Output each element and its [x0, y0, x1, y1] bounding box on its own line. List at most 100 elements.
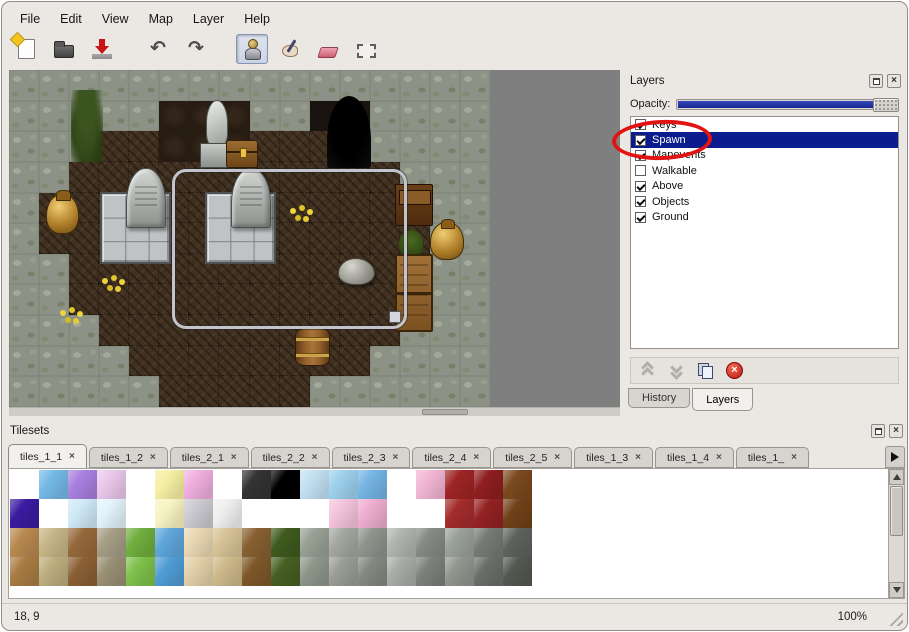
- open-map-button[interactable]: [48, 34, 80, 64]
- tileset-tile[interactable]: [68, 470, 97, 499]
- tileset-tile[interactable]: [155, 470, 184, 499]
- panel-float-button[interactable]: [869, 74, 883, 88]
- tileset-tile[interactable]: [242, 557, 271, 586]
- layer-row-keys[interactable]: Keys: [631, 117, 898, 132]
- tileset-tile[interactable]: [329, 528, 358, 557]
- layer-visibility-checkbox[interactable]: [635, 119, 646, 130]
- scrollbar-handle[interactable]: [890, 486, 903, 536]
- lower-layer-button[interactable]: [668, 362, 686, 380]
- delete-layer-button[interactable]: ×: [726, 362, 744, 380]
- menu-help[interactable]: Help: [240, 10, 274, 28]
- tileset-tile[interactable]: [213, 528, 242, 557]
- layer-row-spawn[interactable]: Spawn: [631, 132, 898, 147]
- panel-close-button[interactable]: ×: [887, 74, 901, 88]
- tileset-tab-tiles_2_3[interactable]: tiles_2_3×: [332, 447, 411, 468]
- tileset-tile[interactable]: [503, 470, 532, 499]
- map-horizontal-scrollbar[interactable]: [9, 407, 620, 416]
- tileset-tile[interactable]: [97, 470, 126, 499]
- tileset-tile[interactable]: [387, 528, 416, 557]
- tileset-tile[interactable]: [97, 528, 126, 557]
- layer-visibility-checkbox[interactable]: [635, 165, 646, 176]
- scroll-down-button[interactable]: [889, 582, 904, 598]
- tileset-tile[interactable]: [97, 557, 126, 586]
- tab-close-icon[interactable]: ×: [554, 453, 560, 463]
- tileset-tile[interactable]: [184, 528, 213, 557]
- stamp-tool-button[interactable]: [236, 34, 268, 64]
- tileset-tile[interactable]: [68, 528, 97, 557]
- tileset-tile[interactable]: [68, 499, 97, 528]
- tileset-tile[interactable]: [213, 557, 242, 586]
- tileset-tile[interactable]: [474, 557, 503, 586]
- tileset-tile[interactable]: [416, 470, 445, 499]
- tileset-tile[interactable]: [329, 499, 358, 528]
- new-map-button[interactable]: [10, 34, 42, 64]
- tileset-tile[interactable]: [213, 499, 242, 528]
- select-tool-button[interactable]: [350, 34, 382, 64]
- tileset-tile[interactable]: [329, 557, 358, 586]
- tileset-tile[interactable]: [387, 470, 416, 499]
- tileset-tile[interactable]: [271, 528, 300, 557]
- tab-close-icon[interactable]: ×: [791, 453, 797, 463]
- layer-row-objects[interactable]: Objects: [631, 194, 898, 209]
- tileset-tile[interactable]: [503, 557, 532, 586]
- tileset-tab-tiles_2_1[interactable]: tiles_2_1×: [170, 447, 249, 468]
- tab-close-icon[interactable]: ×: [473, 453, 479, 463]
- tab-scroll-right-button[interactable]: [885, 446, 905, 468]
- redo-button[interactable]: ↷: [180, 34, 212, 64]
- layer-visibility-checkbox[interactable]: [635, 196, 646, 207]
- layer-visibility-checkbox[interactable]: [635, 212, 646, 223]
- tileset-tile[interactable]: [155, 528, 184, 557]
- tileset-tile[interactable]: [300, 557, 329, 586]
- tileset-tile[interactable]: [39, 499, 68, 528]
- tileset-tab-tiles_2_4[interactable]: tiles_2_4×: [412, 447, 491, 468]
- tileset-tile[interactable]: [126, 499, 155, 528]
- tileset-tile[interactable]: [242, 470, 271, 499]
- scroll-up-button[interactable]: [889, 469, 904, 485]
- tileset-tile[interactable]: [445, 557, 474, 586]
- tab-close-icon[interactable]: ×: [635, 453, 641, 463]
- duplicate-layer-button[interactable]: [697, 362, 715, 380]
- tileset-tile[interactable]: [213, 470, 242, 499]
- tileset-tile[interactable]: [155, 557, 184, 586]
- tab-close-icon[interactable]: ×: [312, 453, 318, 463]
- tileset-view[interactable]: [8, 468, 905, 599]
- tileset-tab-tiles_1_1[interactable]: tiles_1_1×: [8, 444, 87, 468]
- tileset-tile[interactable]: [155, 499, 184, 528]
- panel-float-button[interactable]: [871, 424, 885, 438]
- tab-close-icon[interactable]: ×: [393, 453, 399, 463]
- tileset-tab-tiles_2_5[interactable]: tiles_2_5×: [493, 447, 572, 468]
- layer-visibility-checkbox[interactable]: [635, 135, 646, 146]
- dock-tab-history[interactable]: History: [628, 388, 690, 408]
- tileset-tile[interactable]: [387, 557, 416, 586]
- tileset-tile[interactable]: [445, 470, 474, 499]
- tileset-tile[interactable]: [39, 470, 68, 499]
- menu-layer[interactable]: Layer: [189, 10, 228, 28]
- menu-edit[interactable]: Edit: [56, 10, 86, 28]
- tileset-tile[interactable]: [97, 499, 126, 528]
- tileset-tile[interactable]: [242, 499, 271, 528]
- tileset-tile[interactable]: [39, 528, 68, 557]
- tileset-tile[interactable]: [184, 470, 213, 499]
- layer-row-above[interactable]: Above: [631, 179, 898, 194]
- tab-close-icon[interactable]: ×: [150, 453, 156, 463]
- menu-view[interactable]: View: [98, 10, 133, 28]
- tileset-tile[interactable]: [242, 528, 271, 557]
- tileset-tile[interactable]: [184, 499, 213, 528]
- menu-file[interactable]: File: [16, 10, 44, 28]
- tileset-tile[interactable]: [416, 499, 445, 528]
- resize-grip[interactable]: [889, 612, 903, 626]
- tileset-tile[interactable]: [126, 528, 155, 557]
- tileset-tile[interactable]: [271, 557, 300, 586]
- tileset-tile[interactable]: [39, 557, 68, 586]
- brush-tool-button[interactable]: [274, 34, 306, 64]
- scrollbar-handle[interactable]: [422, 409, 468, 415]
- tileset-tile[interactable]: [416, 528, 445, 557]
- tileset-tile[interactable]: [300, 528, 329, 557]
- tileset-tile[interactable]: [358, 499, 387, 528]
- raise-layer-button[interactable]: [639, 362, 657, 380]
- map-canvas[interactable]: [9, 70, 490, 407]
- tileset-tile[interactable]: [271, 470, 300, 499]
- opacity-slider[interactable]: [676, 99, 899, 110]
- tileset-tile[interactable]: [416, 557, 445, 586]
- tileset-tile[interactable]: [300, 499, 329, 528]
